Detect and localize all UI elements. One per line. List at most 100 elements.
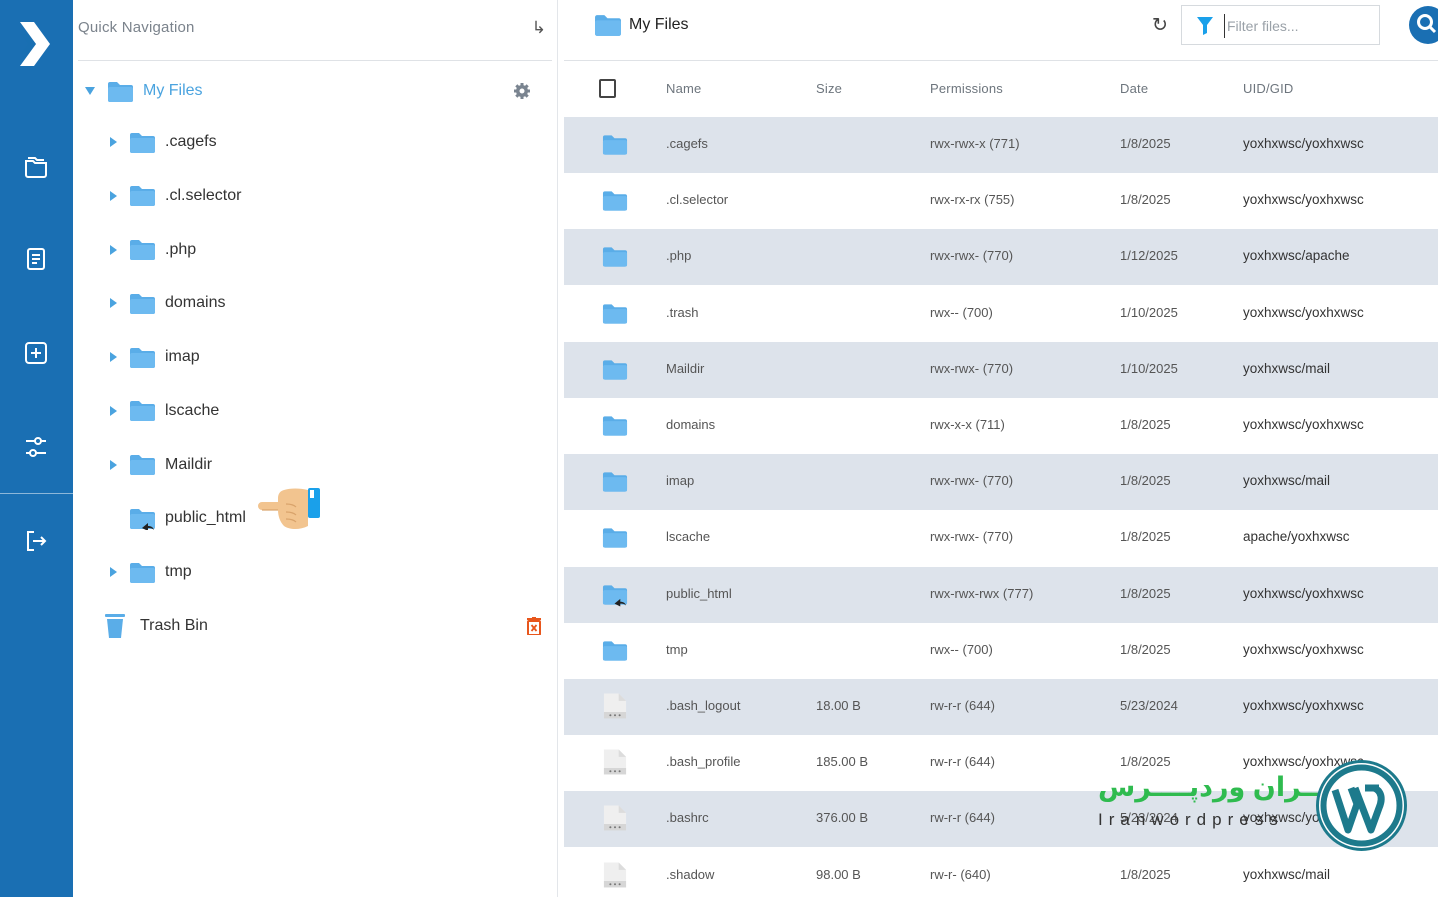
gear-icon[interactable] [513,82,531,100]
table-row[interactable]: .cl.selector rwx-rx-rx (755) 1/8/2025 yoxhx… [564,173,1438,229]
folder-icon [130,132,155,153]
tree-node-label: .cl.selector [165,186,242,204]
table-row[interactable]: imap rwx-rwx- (770) 1/8/2025 yoxhxwsc/mail [564,454,1438,511]
table-row[interactable]: .shadow 98.00 B rw-r- (640) 1/8/2025 yoxhxws… [564,848,1438,904]
cell-name: .cl.selector [666,192,729,208]
tree-node[interactable]: .cagefs [110,124,217,160]
tree-node[interactable]: imap [110,339,200,375]
cell-uid-gid: apache/yoxhxwsc [1243,529,1350,545]
cell-date: 1/12/2025 [1120,248,1178,264]
folder-icon [602,641,628,661]
tree-node-label: imap [165,348,200,365]
cell-uid-gid: yoxhxwsc/yoxhxwsc [1243,585,1364,601]
cell-uid-gid: yoxhxwsc/yoxhxwsc [1243,192,1364,208]
header-date[interactable]: Date [1120,81,1148,96]
table-row[interactable]: tmp rwx-- (700) 1/8/2025 yoxhxwsc/yoxhxwsc [564,623,1438,679]
tree-node-label: lscache [165,401,220,419]
cell-date: 1/8/2025 [1120,754,1171,770]
folder-icon [108,81,133,102]
header-name[interactable]: Name [666,81,701,96]
tree-trash-bin[interactable]: Trash Bin [105,608,208,644]
table-row[interactable]: lscache rwx-rwx- (770) 1/8/2025 apache/yoxh… [564,510,1438,566]
cell-uid-gid: yoxhxwsc/yoxhxwsc [1243,417,1364,432]
nav-logout-button[interactable] [18,523,54,559]
linked-folder-icon [602,584,628,607]
header-uid-gid[interactable]: UID/GID [1243,81,1294,96]
search-button[interactable] [1409,6,1438,44]
quick-navigation-input[interactable]: Quick Navigation [78,19,195,36]
folder-icon [130,240,155,260]
cell-permissions: rwx-- (700) [930,641,993,657]
nav-files-button[interactable] [18,148,54,184]
tree-node[interactable]: Maildir [110,447,212,483]
caret-right-icon [110,513,117,523]
tree-root-label: My Files [143,82,203,99]
tree-node[interactable]: lscache [110,393,219,429]
rail-divider [0,493,73,494]
table-row[interactable]: .cagefs rwx-rwx-x (771) 1/8/2025 yoxhxwsc/y… [564,117,1438,173]
folder-icon [130,347,155,368]
caret-right-icon[interactable] [110,298,117,309]
tree-node[interactable]: tmp [110,554,192,590]
caret-right-icon[interactable] [110,459,117,470]
sidebar-rail [0,0,73,897]
tree-node[interactable]: .php [110,232,196,268]
caret-right-icon[interactable] [110,405,117,416]
header-size[interactable]: Size [816,81,842,96]
enter-arrow-icon[interactable]: ↳ [532,18,546,38]
nav-new-button[interactable] [18,335,54,371]
tree-node[interactable]: .cl.selector [110,178,241,214]
filter-input[interactable] [1224,14,1372,38]
nav-editor-button[interactable] [18,241,54,277]
table-row[interactable]: domains rwx-x-x (711) 1/8/2025 yoxhxwsc/yox… [564,398,1438,454]
caret-right-icon[interactable] [110,137,117,147]
cell-permissions: rwx-x-x (711) [930,417,1005,432]
select-all-checkbox[interactable] [599,79,616,98]
table-row[interactable]: .bashrc 376.00 B rw-r-r (644) 5/23/2024 yoxh… [564,791,1438,848]
folder-icon [602,135,628,155]
caret-right-icon[interactable] [110,352,117,362]
caret-down-icon[interactable] [85,87,95,95]
cell-permissions: rwx-rx-rx (755) [930,192,1015,208]
cell-permissions: rwx-rwx- (770) [930,473,1014,489]
cell-permissions: rw-r-r (644) [930,754,995,770]
folder-icon [130,455,155,475]
cell-name: .bashrc [666,810,709,826]
refresh-icon[interactable]: ↻ [1152,14,1168,37]
tree-root-my-files[interactable]: My Files [85,73,203,109]
folder-icon [25,157,47,178]
table-row[interactable]: .bash_profile 185.00 B rw-r-r (644) 1/8/202… [564,735,1438,791]
tree-node[interactable]: domains [110,285,225,321]
caret-right-icon[interactable] [110,567,117,577]
table-row[interactable]: public_html rwx-rwx-rwx (777) 1/8/2025 yoxh… [564,566,1438,623]
breadcrumb[interactable]: My Files [594,12,689,38]
folder-icon [602,191,628,211]
delete-trash-icon[interactable] [527,617,541,635]
table-row[interactable]: .trash rwx-- (700) 1/10/2025 yoxhxwsc/yoxhx… [564,286,1438,342]
cell-uid-gid: yoxhxwsc/yoxhxwsc [1243,136,1364,151]
search-icon [1417,14,1437,34]
cell-permissions: rwx-rwx- (770) [930,360,1014,376]
add-box-icon [25,342,47,364]
folder-icon [130,401,155,422]
cell-size: 376.00 B [816,810,869,826]
cell-date: 1/8/2025 [1120,866,1171,882]
quick-navigation[interactable]: Quick Navigation ↳ [78,0,552,61]
cell-date: 1/8/2025 [1120,417,1171,432]
folder-icon [602,472,628,492]
table-row[interactable]: .php rwx-rwx- (770) 1/12/2025 yoxhxwsc/apac… [564,229,1438,286]
table-row[interactable]: .bash_logout 18.00 B rw-r-r (644) 5/23/2024… [564,679,1438,735]
cell-date: 1/8/2025 [1120,136,1171,151]
cell-permissions: rwx-rwx-rwx (777) [930,585,1034,601]
file-icon [603,749,627,775]
caret-right-icon[interactable] [110,190,117,201]
table-row[interactable]: Maildir rwx-rwx- (770) 1/10/2025 yoxhxwsc/m… [564,341,1438,398]
caret-right-icon[interactable] [110,244,117,255]
folder-icon [602,528,628,549]
tree-node-label: domains [165,294,226,312]
cell-name: public_html [666,585,732,601]
tree-node[interactable]: public_html [110,500,246,536]
nav-settings-button[interactable] [18,429,54,465]
header-permissions[interactable]: Permissions [930,81,1003,96]
filter-box[interactable] [1181,5,1380,45]
